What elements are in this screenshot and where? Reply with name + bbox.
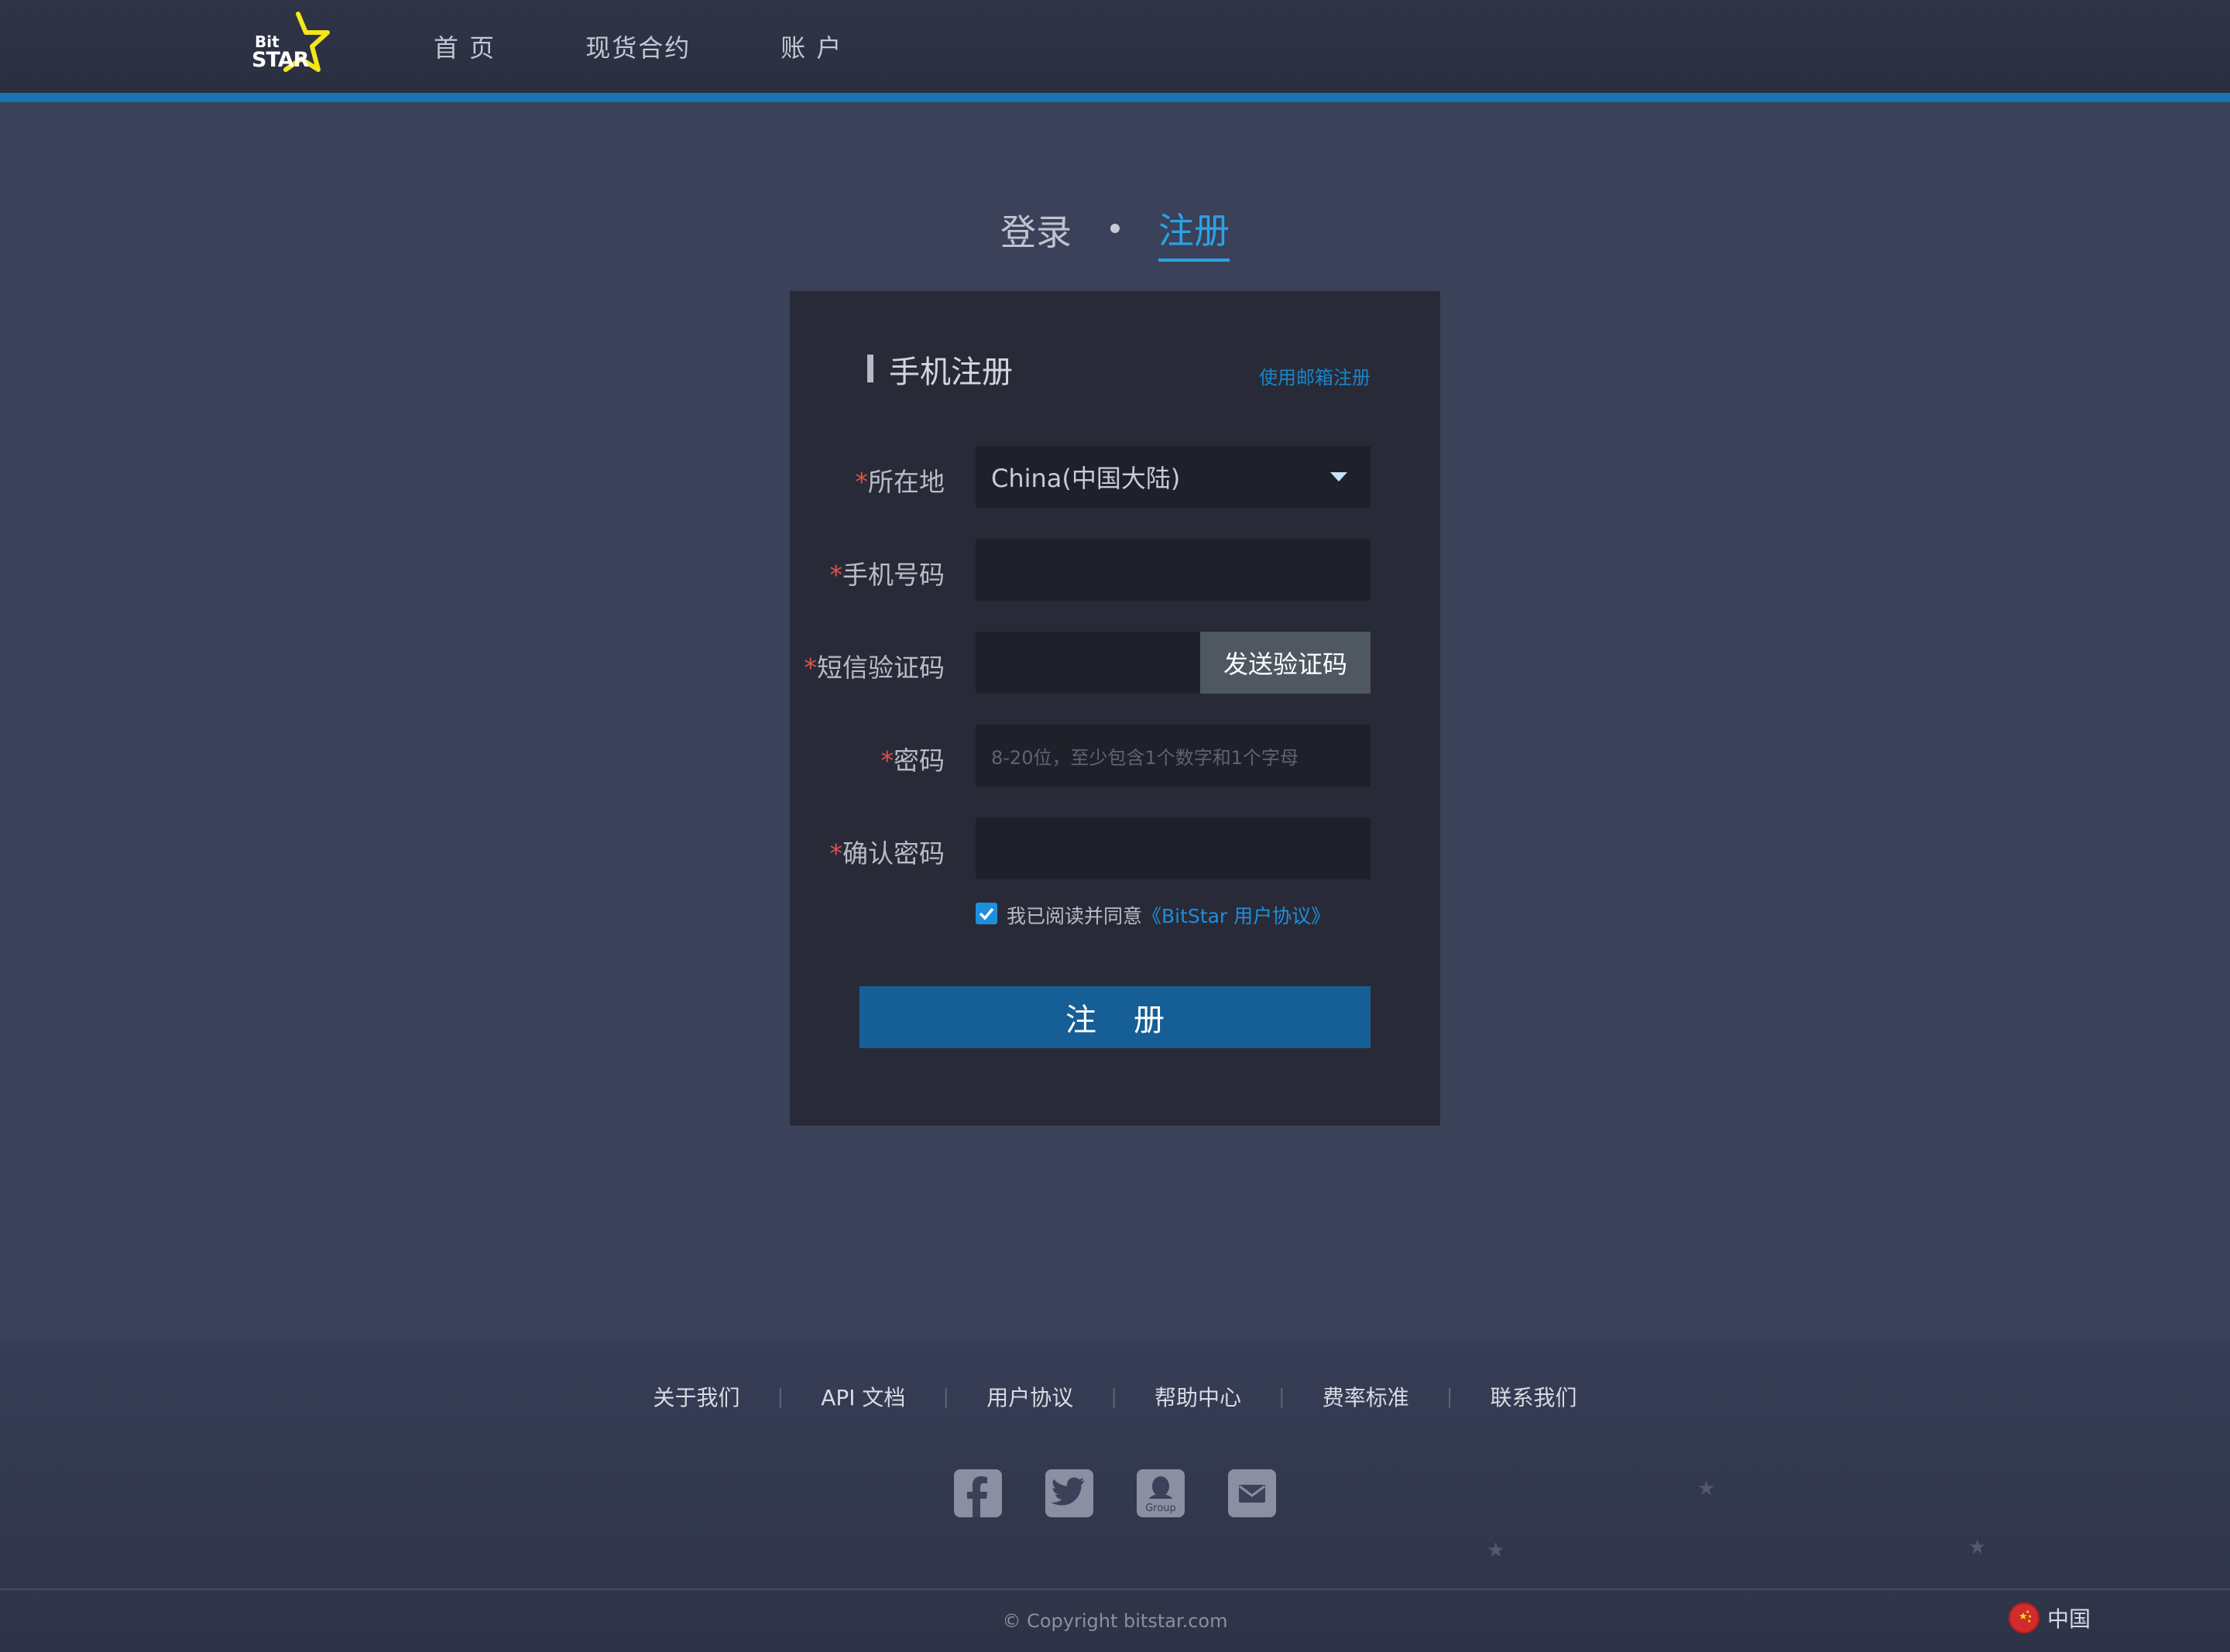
phone-input[interactable] — [976, 539, 1371, 601]
title-accent-mark — [867, 355, 873, 382]
tab-register[interactable]: 注册 — [1158, 203, 1230, 262]
agree-checkbox[interactable] — [976, 903, 997, 924]
header-accent-bar — [0, 93, 2230, 102]
footer-separator: | — [1278, 1385, 1285, 1408]
chevron-down-icon — [1330, 472, 1347, 482]
footer-separator: | — [1446, 1385, 1453, 1408]
send-code-button[interactable]: 发送验证码 — [1200, 632, 1371, 694]
tab-login[interactable]: 登录 — [1000, 204, 1072, 260]
agree-text: 我已阅读并同意《BitStar 用户协议》 — [1007, 905, 1331, 927]
footer-link-api-docs[interactable]: API 文档 — [821, 1381, 905, 1412]
facebook-icon[interactable] — [954, 1469, 1002, 1517]
email-register-link[interactable]: 使用邮箱注册 — [1259, 362, 1371, 389]
footer-separator: | — [1110, 1385, 1117, 1408]
decorative-star-icon: ★ — [1968, 1536, 1987, 1559]
password-label: *密码 — [880, 745, 945, 776]
footer-divider — [0, 1589, 2230, 1590]
tab-separator-dot — [1110, 224, 1120, 233]
footer-link-help[interactable]: 帮助中心 — [1154, 1381, 1241, 1412]
language-selector[interactable]: ★ ★ ★ ★ 中国 — [2009, 1602, 2091, 1633]
copyright-text: © Copyright bitstar.com — [1002, 1610, 1228, 1632]
footer-link-user-agreement[interactable]: 用户协议 — [986, 1381, 1073, 1412]
confirm-password-input[interactable] — [976, 817, 1371, 879]
twitter-icon[interactable] — [1045, 1469, 1093, 1517]
confirm-password-label: *确认密码 — [829, 838, 945, 869]
china-flag-icon: ★ ★ ★ ★ — [2009, 1602, 2040, 1633]
checkmark-icon — [979, 907, 994, 920]
main-nav: 首 页 现货合约 账 户 — [434, 0, 932, 93]
qq-group-icon[interactable]: Group — [1137, 1469, 1185, 1517]
svg-text:★: ★ — [2027, 1619, 2031, 1624]
phone-label: *手机号码 — [829, 560, 945, 590]
nav-spot-contracts[interactable]: 现货合约 — [585, 29, 691, 64]
region-select[interactable]: China(中国大陆) — [976, 446, 1371, 508]
footer-link-fees[interactable]: 费率标准 — [1323, 1381, 1409, 1412]
form-title: 手机注册 — [889, 355, 1013, 390]
footer-separator: | — [777, 1385, 784, 1408]
nav-account[interactable]: 账 户 — [780, 29, 842, 64]
social-links: Group — [0, 1469, 2230, 1517]
auth-tabs: 登录 注册 — [0, 203, 2230, 262]
footer-link-about[interactable]: 关于我们 — [653, 1381, 739, 1412]
bitstar-logo[interactable]: Bit STAR — [252, 9, 337, 83]
mail-icon[interactable] — [1228, 1469, 1276, 1517]
sms-code-label: *短信验证码 — [804, 653, 945, 683]
nav-home[interactable]: 首 页 — [434, 29, 496, 64]
sms-code-input[interactable] — [976, 632, 1200, 694]
svg-text:Group: Group — [1145, 1503, 1176, 1514]
top-header: Bit STAR 首 页 现货合约 账 户 — [0, 0, 2230, 93]
register-button[interactable]: 注册 — [859, 986, 1371, 1048]
footer-separator: | — [942, 1385, 950, 1408]
footer-links: 关于我们 | API 文档 | 用户协议 | 帮助中心 | 费率标准 | 联系我… — [0, 1381, 2230, 1412]
region-label: *所在地 — [855, 467, 945, 497]
password-input[interactable] — [976, 725, 1371, 787]
decorative-star-icon: ★ — [1487, 1539, 1505, 1562]
language-label: 中国 — [2047, 1606, 2091, 1632]
user-agreement-link[interactable]: 《BitStar 用户协议》 — [1142, 905, 1330, 927]
logo-text-star: STAR — [252, 48, 309, 72]
footer-link-contact[interactable]: 联系我们 — [1491, 1381, 1577, 1412]
